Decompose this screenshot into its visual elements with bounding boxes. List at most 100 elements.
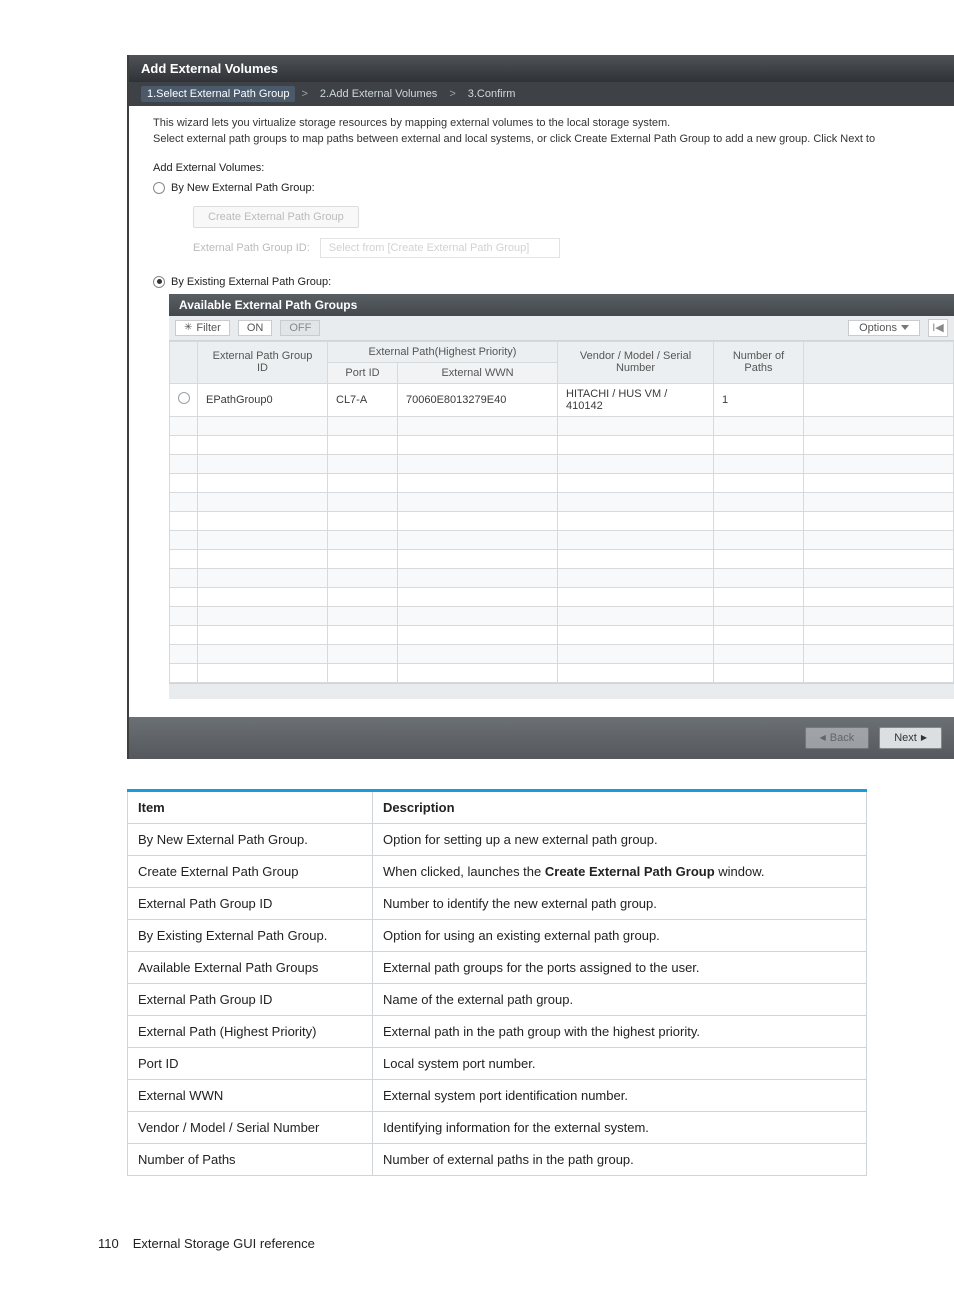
filter-off-button[interactable]: OFF xyxy=(280,320,320,336)
page-number: 110 xyxy=(98,1236,119,1251)
desc-text: Identifying information for the external… xyxy=(373,1111,867,1143)
col-extra xyxy=(804,341,954,383)
col-highest-priority[interactable]: External Path(Highest Priority) xyxy=(328,341,558,362)
desc-text: Local system port number. xyxy=(373,1047,867,1079)
create-external-path-group-button[interactable]: Create External Path Group xyxy=(193,206,359,228)
table-row xyxy=(170,454,954,473)
desc-item: External Path (Highest Priority) xyxy=(128,1015,373,1047)
desc-text: Option for setting up a new external pat… xyxy=(373,823,867,855)
options-label: Options xyxy=(859,322,897,334)
wizard-step-2: 2.Add External Volumes xyxy=(314,86,443,102)
table-row xyxy=(170,568,954,587)
col-group-id[interactable]: External Path Group ID xyxy=(198,341,328,383)
desc-item: External Path Group ID xyxy=(128,887,373,919)
desc-row: Create External Path GroupWhen clicked, … xyxy=(128,855,867,887)
cell-extra xyxy=(804,383,954,416)
wizard-steps: 1.Select External Path Group > 2.Add Ext… xyxy=(129,82,954,106)
table-row xyxy=(170,549,954,568)
new-group-controls: Create External Path Group External Path… xyxy=(129,200,954,274)
page-footer: 110 External Storage GUI reference xyxy=(98,1236,954,1251)
col-port-id[interactable]: Port ID xyxy=(328,362,398,383)
filter-button[interactable]: ✳ Filter xyxy=(175,320,230,336)
desc-item: Available External Path Groups xyxy=(128,951,373,983)
radio-existing-group-row[interactable]: By Existing External Path Group: xyxy=(129,274,954,294)
table-row xyxy=(170,492,954,511)
radio-existing-group-label: By Existing External Path Group: xyxy=(171,276,331,288)
desc-row: By Existing External Path Group.Option f… xyxy=(128,919,867,951)
desc-text: External system port identification numb… xyxy=(373,1079,867,1111)
desc-item: Vendor / Model / Serial Number xyxy=(128,1111,373,1143)
next-button[interactable]: Next xyxy=(879,727,942,749)
window-title: Add External Volumes xyxy=(129,55,954,82)
desc-text: Number to identify the new external path… xyxy=(373,887,867,919)
cell-vendor: HITACHI / HUS VM / 410142 xyxy=(558,383,714,416)
filter-icon: ✳ xyxy=(184,322,192,333)
table-row xyxy=(170,511,954,530)
available-groups-header: Available External Path Groups xyxy=(169,294,954,316)
back-label: Back xyxy=(830,732,854,744)
radio-new-group[interactable] xyxy=(153,182,165,194)
table-row xyxy=(170,473,954,492)
table-row xyxy=(170,625,954,644)
cell-port-id: CL7-A xyxy=(328,383,398,416)
filter-on-button[interactable]: ON xyxy=(238,320,273,336)
section-label: Add External Volumes: xyxy=(129,162,954,180)
wizard-footer: Back Next xyxy=(129,717,954,759)
options-button[interactable]: Options xyxy=(848,320,920,336)
desc-item: Create External Path Group xyxy=(128,855,373,887)
table-footer xyxy=(169,683,954,699)
external-path-group-id-label: External Path Group ID: xyxy=(193,242,310,254)
desc-head-item: Item xyxy=(128,790,373,823)
page-footer-text: External Storage GUI reference xyxy=(133,1236,315,1251)
col-num-paths[interactable]: Number of Paths xyxy=(714,341,804,383)
first-page-button[interactable]: I◀ xyxy=(928,319,948,337)
desc-item: By Existing External Path Group. xyxy=(128,919,373,951)
desc-row: External Path Group IDName of the extern… xyxy=(128,983,867,1015)
available-groups-table: External Path Group ID External Path(Hig… xyxy=(169,341,954,683)
desc-row: By New External Path Group.Option for se… xyxy=(128,823,867,855)
radio-new-group-row[interactable]: By New External Path Group: xyxy=(129,180,954,200)
back-button[interactable]: Back xyxy=(805,727,870,749)
desc-row: Vendor / Model / Serial NumberIdentifyin… xyxy=(128,1111,867,1143)
radio-new-group-label: By New External Path Group: xyxy=(171,182,315,194)
intro-line-2: Select external path groups to map paths… xyxy=(153,132,942,148)
desc-row: External Path (Highest Priority)External… xyxy=(128,1015,867,1047)
table-row xyxy=(170,663,954,682)
table-row[interactable]: EPathGroup0CL7-A70060E8013279E40HITACHI … xyxy=(170,383,954,416)
wizard-step-1[interactable]: 1.Select External Path Group xyxy=(141,86,295,102)
cell-ext-wwn: 70060E8013279E40 xyxy=(398,383,558,416)
description-table: Item Description By New External Path Gr… xyxy=(127,789,867,1176)
filter-label: Filter xyxy=(196,322,220,334)
external-path-group-id-input[interactable]: Select from [Create External Path Group] xyxy=(320,238,560,258)
desc-item: External WWN xyxy=(128,1079,373,1111)
cell-num-paths: 1 xyxy=(714,383,804,416)
desc-head-desc: Description xyxy=(373,790,867,823)
screenshot-panel: Add External Volumes 1.Select External P… xyxy=(127,55,954,759)
desc-row: External WWNExternal system port identif… xyxy=(128,1079,867,1111)
chevron-down-icon xyxy=(901,325,909,330)
wizard-sep: > xyxy=(449,88,455,100)
col-ext-wwn[interactable]: External WWN xyxy=(398,362,558,383)
col-vendor[interactable]: Vendor / Model / Serial Number xyxy=(558,341,714,383)
table-row xyxy=(170,530,954,549)
table-row xyxy=(170,416,954,435)
row-radio[interactable] xyxy=(178,392,190,404)
table-row xyxy=(170,587,954,606)
desc-row: External Path Group IDNumber to identify… xyxy=(128,887,867,919)
table-row xyxy=(170,644,954,663)
desc-row: Available External Path GroupsExternal p… xyxy=(128,951,867,983)
desc-text: When clicked, launches the Create Extern… xyxy=(373,855,867,887)
desc-text: Name of the external path group. xyxy=(373,983,867,1015)
desc-row: Number of PathsNumber of external paths … xyxy=(128,1143,867,1175)
intro-text: This wizard lets you virtualize storage … xyxy=(129,106,954,162)
col-select xyxy=(170,341,198,383)
desc-item: By New External Path Group. xyxy=(128,823,373,855)
table-row xyxy=(170,606,954,625)
desc-item: Port ID xyxy=(128,1047,373,1079)
desc-text: Number of external paths in the path gro… xyxy=(373,1143,867,1175)
desc-item: Number of Paths xyxy=(128,1143,373,1175)
cell-group-id: EPathGroup0 xyxy=(198,383,328,416)
desc-row: Port IDLocal system port number. xyxy=(128,1047,867,1079)
table-toolbar: ✳ Filter ON OFF Options I◀ xyxy=(169,316,954,341)
radio-existing-group[interactable] xyxy=(153,276,165,288)
